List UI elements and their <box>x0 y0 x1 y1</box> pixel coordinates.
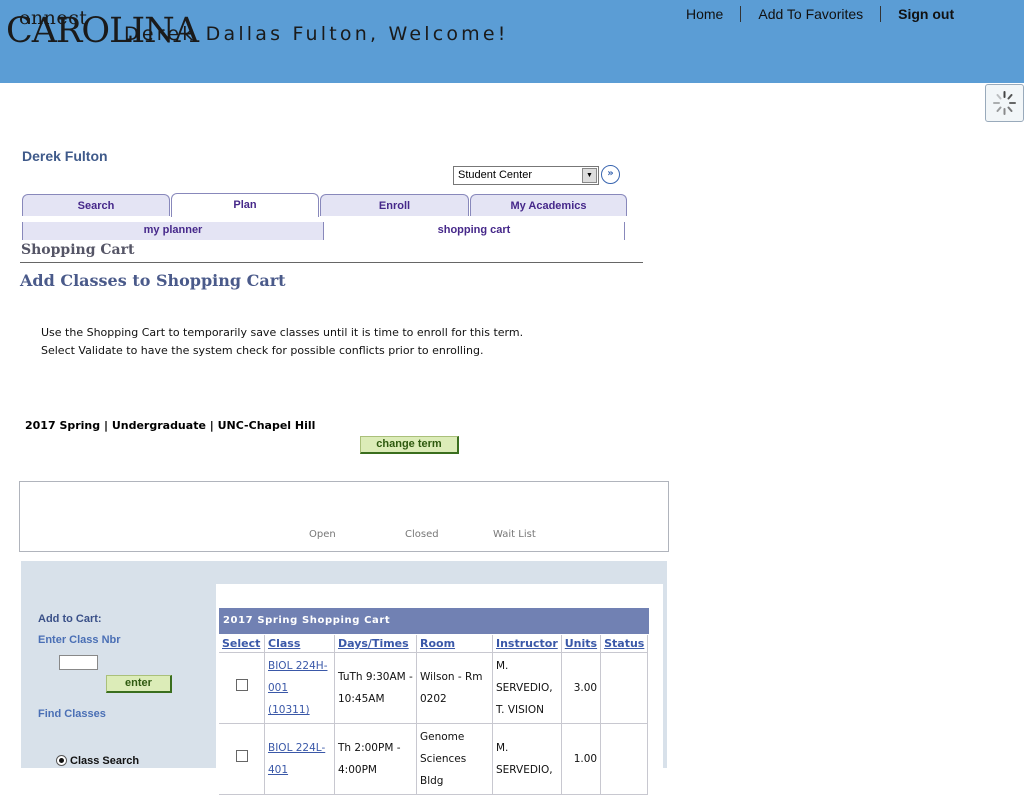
go-arrow-button[interactable]: » <box>601 165 620 184</box>
tab-plan[interactable]: Plan <box>171 193 319 217</box>
room-text: Wilson - Rm <box>420 671 483 683</box>
room-text: Sciences Bldg <box>420 753 467 787</box>
subtab-my-planner[interactable]: my planner <box>22 222 324 240</box>
divider <box>20 262 643 263</box>
cart-grid-title: 2017 Spring Shopping Cart <box>219 608 649 634</box>
column-header-select[interactable]: Select <box>219 635 265 653</box>
instruction-text-1: Use the Shopping Cart to temporarily sav… <box>41 326 524 339</box>
page-title: Add Classes to Shopping Cart <box>20 271 286 290</box>
class-link[interactable]: BIOL 224H- <box>268 660 327 672</box>
tab-my-academics[interactable]: My Academics <box>470 194 627 216</box>
days-times-text: Th 2:00PM - <box>338 742 401 754</box>
legend-open: Open <box>309 529 336 540</box>
sign-out-link[interactable]: Sign out <box>898 6 954 22</box>
units-cell: 1.00 <box>561 723 602 795</box>
term-info: 2017 Spring | Undergraduate | UNC-Chapel… <box>25 419 316 432</box>
table-header-row: Select Class Days/Times Room Instructor … <box>219 635 649 653</box>
column-header-units[interactable]: Units <box>561 635 602 653</box>
nav-divider <box>880 6 882 22</box>
instruction-text-2: Select Validate to have the system check… <box>41 344 484 357</box>
instructor-text: T. VISION <box>496 704 545 716</box>
days-times-cell: TuTh 9:30AM - 10:45AM <box>334 652 417 724</box>
home-link[interactable]: Home <box>686 6 723 22</box>
units-cell: 3.00 <box>561 652 602 724</box>
class-link[interactable]: BIOL 224L- <box>268 742 325 754</box>
class-search-label: Class Search <box>70 755 140 767</box>
class-cell: BIOL 224H- 001 (10311) <box>264 652 335 724</box>
subtab-bar: my planner shopping cart <box>22 222 625 240</box>
section-title: Shopping Cart <box>21 242 135 258</box>
instructor-cell: M. SERVEDIO, T. VISION <box>492 652 562 724</box>
room-text: 0202 <box>420 693 447 705</box>
days-times-text: TuTh 9:30AM - <box>338 671 413 683</box>
room-text: Genome <box>420 731 465 743</box>
days-times-cell: Th 2:00PM - 4:00PM <box>334 723 417 795</box>
loading-spinner <box>985 84 1024 122</box>
enter-class-nbr-label: Enter Class Nbr <box>38 634 121 646</box>
shopping-cart-table: Select Class Days/Times Room Instructor … <box>219 635 649 795</box>
legend-closed: Closed <box>405 529 439 540</box>
status-legend <box>19 481 669 552</box>
top-nav: Home Add To Favorites Sign out <box>686 6 954 22</box>
class-link[interactable]: 401 <box>268 764 288 776</box>
dropdown-arrow-icon[interactable]: ▼ <box>582 168 597 183</box>
change-term-button[interactable]: change term <box>360 436 459 454</box>
navigate-select-value: Student Center <box>458 169 532 181</box>
days-times-text: 4:00PM <box>338 764 377 776</box>
class-search-radio[interactable] <box>56 755 67 766</box>
add-to-cart-label: Add to Cart: <box>38 613 102 625</box>
header-bar: onnect CAROLINA Derek Dallas Fulton, Wel… <box>0 0 1024 83</box>
enter-button[interactable]: enter <box>106 675 172 693</box>
find-classes-label: Find Classes <box>38 708 106 720</box>
instructor-text: M. <box>496 742 509 754</box>
class-nbr-input[interactable] <box>59 655 98 670</box>
tab-enroll[interactable]: Enroll <box>320 194 469 216</box>
select-cell <box>219 652 265 724</box>
column-header-room[interactable]: Room <box>416 635 493 653</box>
select-checkbox[interactable] <box>235 679 248 691</box>
instructor-text: SERVEDIO, <box>496 682 553 694</box>
select-cell <box>219 723 265 795</box>
column-header-status[interactable]: Status <box>600 635 649 653</box>
column-header-class[interactable]: Class <box>264 635 335 653</box>
instructor-text: SERVEDIO, <box>496 764 553 776</box>
user-name: Derek Fulton <box>22 148 108 164</box>
spinner-icon <box>993 91 1016 115</box>
status-cell <box>600 652 649 724</box>
status-cell <box>600 723 649 795</box>
room-cell: Wilson - Rm 0202 <box>416 652 493 724</box>
instructor-text: M. <box>496 660 509 672</box>
instructor-cell: M. SERVEDIO, <box>492 723 562 795</box>
table-row: BIOL 224L- 401 Th 2:00PM - 4:00PM Genome… <box>219 723 649 795</box>
class-link[interactable]: (10311) <box>268 704 310 716</box>
tab-search[interactable]: Search <box>22 194 170 216</box>
days-times-text: 10:45AM <box>338 693 385 705</box>
column-header-instructor[interactable]: Instructor <box>492 635 562 653</box>
room-cell: Genome Sciences Bldg <box>416 723 493 795</box>
column-header-days-times[interactable]: Days/Times <box>334 635 417 653</box>
select-checkbox[interactable] <box>235 750 248 762</box>
subtab-shopping-cart[interactable]: shopping cart <box>324 222 625 240</box>
legend-wait-list: Wait List <box>493 529 536 540</box>
add-to-favorites-link[interactable]: Add To Favorites <box>758 6 863 22</box>
class-cell: BIOL 224L- 401 <box>264 723 335 795</box>
welcome-message: Derek Dallas Fulton, Welcome! <box>124 23 509 45</box>
nav-divider <box>740 6 742 22</box>
table-row: BIOL 224H- 001 (10311) TuTh 9:30AM - 10:… <box>219 652 649 724</box>
class-link[interactable]: 001 <box>268 682 288 694</box>
navigate-select[interactable]: Student Center ▼ <box>453 166 599 185</box>
